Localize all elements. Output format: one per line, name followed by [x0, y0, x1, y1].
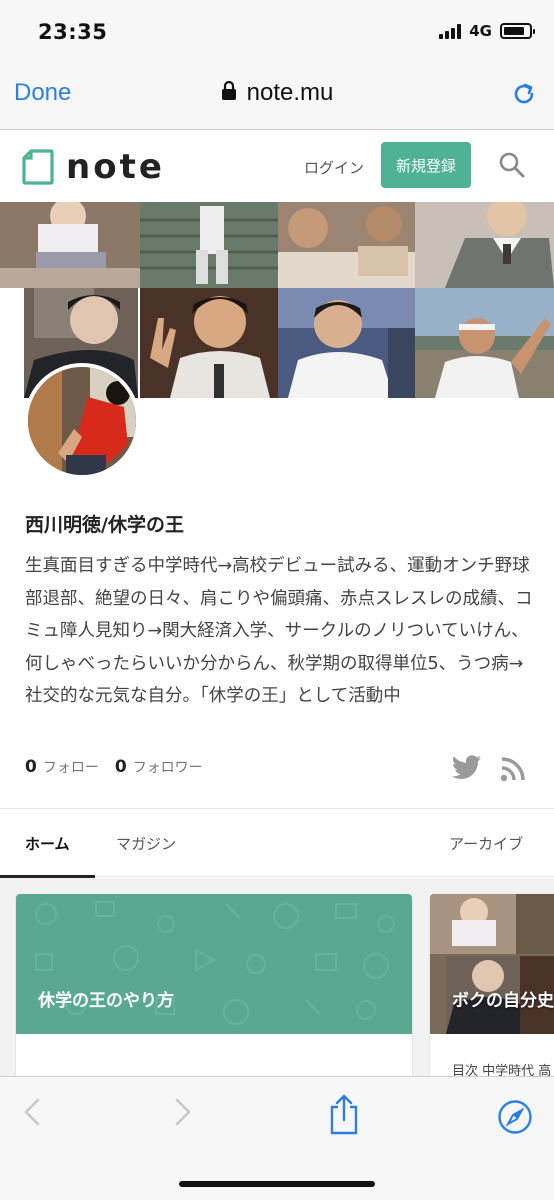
- battery-icon: [500, 23, 535, 39]
- follow-stats: 0 フォロー 0 フォロワー: [25, 757, 203, 777]
- login-link[interactable]: ログイン: [304, 157, 364, 178]
- article-title: ボクの自分史: [452, 991, 554, 1011]
- article-cover: ボクの自分史: [430, 894, 554, 1034]
- rss-icon[interactable]: [500, 756, 526, 786]
- article-card[interactable]: 休学の王のやり方: [16, 894, 412, 1076]
- lock-icon: [221, 80, 237, 108]
- signal-icon: [439, 23, 462, 39]
- photo-tile: [278, 202, 415, 288]
- status-indicators: 4G: [439, 22, 535, 40]
- back-icon[interactable]: [22, 1097, 42, 1131]
- photo-tile: [140, 202, 278, 288]
- article-title: 休学の王のやり方: [38, 991, 174, 1011]
- article-excerpt: 目次 中学時代 高: [452, 1064, 552, 1076]
- follower-count[interactable]: 0: [115, 757, 127, 777]
- home-indicator: [179, 1181, 375, 1187]
- cover-pattern: [35, 901, 395, 1025]
- note-logo-icon: [22, 149, 54, 185]
- cover-photo: [430, 894, 554, 1034]
- profile-avatar[interactable]: [24, 363, 140, 479]
- photo-tile: [415, 288, 554, 398]
- browser-top-bar: Done note.mu: [0, 62, 554, 130]
- status-bar: 23:35 4G: [0, 0, 554, 62]
- compass-icon[interactable]: [497, 1099, 533, 1139]
- status-time: 23:35: [38, 20, 108, 44]
- tab-magazine[interactable]: マガジン: [116, 833, 176, 854]
- profile-tabs: ホーム マガジン アーカイブ: [0, 809, 554, 878]
- photo-tile: [0, 202, 140, 288]
- note-logo[interactable]: note: [22, 147, 165, 187]
- url-text: note.mu: [246, 79, 334, 106]
- signup-button[interactable]: 新規登録: [381, 142, 471, 188]
- article-cover: 休学の王のやり方: [16, 894, 412, 1034]
- network-type: 4G: [469, 22, 492, 40]
- profile-bio: 生真面目すぎる中学時代→高校デビュー試みる、運動オンチ野球部退部、絶望の日々、肩…: [25, 556, 533, 706]
- follow-count[interactable]: 0: [25, 757, 37, 777]
- twitter-icon[interactable]: [451, 755, 482, 783]
- reload-icon[interactable]: [510, 80, 538, 112]
- tab-home[interactable]: ホーム: [25, 833, 70, 854]
- note-logo-text: note: [66, 147, 165, 187]
- site-header: note ログイン 新規登録: [0, 131, 554, 201]
- search-icon[interactable]: [498, 151, 526, 183]
- follow-label[interactable]: フォロー: [43, 757, 99, 777]
- forward-icon[interactable]: [173, 1097, 193, 1131]
- photo-tile: [278, 288, 415, 398]
- follower-label[interactable]: フォロワー: [133, 757, 203, 777]
- url-display[interactable]: note.mu: [0, 79, 554, 108]
- photo-tile: [140, 288, 278, 398]
- share-icon[interactable]: [328, 1093, 360, 1139]
- article-feed: 休学の王のやり方 ボクの自分史 目次 中学時代 高: [0, 878, 554, 1076]
- profile-name: 西川明徳/休学の王: [25, 514, 184, 536]
- tab-archive[interactable]: アーカイブ: [449, 833, 523, 854]
- article-card[interactable]: ボクの自分史 目次 中学時代 高: [430, 894, 554, 1076]
- photo-tile: [415, 202, 554, 288]
